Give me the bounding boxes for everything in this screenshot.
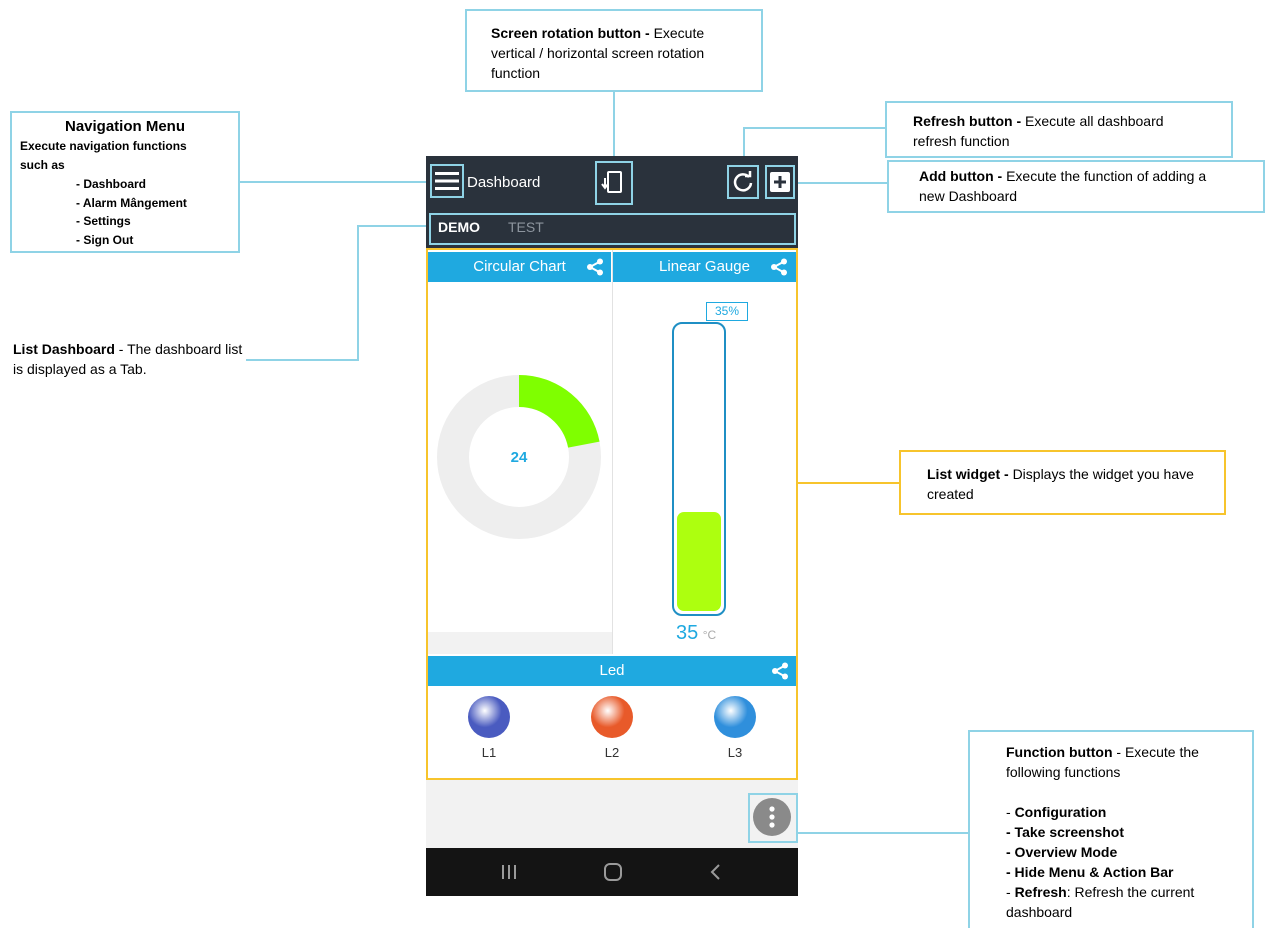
back-icon[interactable] bbox=[706, 862, 726, 882]
led-l1 bbox=[468, 696, 510, 738]
navigation-connector bbox=[240, 181, 432, 183]
gauge-tube bbox=[672, 322, 726, 616]
add-connector bbox=[793, 182, 887, 184]
gauge-reading: 35 °C bbox=[676, 622, 756, 645]
navigation-callout-title: Navigation Menu bbox=[64, 118, 185, 135]
screen-rotation-icon bbox=[601, 171, 622, 193]
gauge-value: 35 bbox=[676, 622, 699, 644]
dashboard-tab-bar: DEMO TEST bbox=[426, 210, 798, 248]
donut-value-arc bbox=[518, 375, 600, 449]
refresh-button[interactable] bbox=[727, 165, 759, 199]
function-connector-h bbox=[797, 832, 968, 834]
add-icon bbox=[770, 172, 790, 192]
function-callout-bold: Function button bbox=[1006, 744, 1113, 760]
hamburger-icon bbox=[435, 172, 459, 190]
navigation-callout-item: - Alarm Mângement bbox=[76, 195, 187, 210]
list-dashboard-connector-h2 bbox=[357, 225, 431, 227]
home-icon[interactable] bbox=[602, 861, 624, 883]
dashboard-tab-list bbox=[429, 213, 796, 245]
gauge-unit: °C bbox=[702, 628, 717, 642]
gauge-fill bbox=[677, 512, 721, 611]
led-header: Led bbox=[428, 656, 796, 686]
add-callout: Add button - Execute the function of add… bbox=[887, 160, 1265, 213]
function-item-label: Refresh bbox=[1014, 884, 1067, 900]
system-nav-bar bbox=[426, 848, 798, 896]
function-callout: Function button - Execute the following … bbox=[968, 730, 1254, 928]
refresh-icon bbox=[733, 171, 753, 192]
navigation-callout-item: - Sign Out bbox=[76, 232, 134, 247]
led-label: L3 bbox=[727, 745, 743, 760]
list-widget-callout-bold: List widget - bbox=[927, 466, 1013, 482]
led-l2 bbox=[591, 696, 633, 738]
function-item-label: Configuration bbox=[1014, 804, 1107, 820]
circular-chart-header: Circular Chart bbox=[428, 252, 611, 282]
tab-test[interactable]: TEST bbox=[508, 219, 544, 235]
navigation-callout-item: - Settings bbox=[76, 214, 131, 228]
rotation-connector bbox=[613, 92, 615, 164]
more-vertical-icon bbox=[769, 806, 775, 828]
list-dashboard-callout: List Dashboard - The dashboard list is d… bbox=[13, 339, 243, 379]
navigation-menu-callout: Navigation Menu Execute navigation funct… bbox=[10, 111, 240, 253]
phone-screen: Dashboard DEMO TEST Circular Chart 24 Li… bbox=[426, 156, 798, 896]
led-label: L1 bbox=[481, 745, 497, 760]
gauge-percent-label: 35% bbox=[706, 302, 748, 321]
navigation-callout-item: - Dashboard bbox=[76, 177, 147, 191]
list-dashboard-connector-h1 bbox=[246, 359, 359, 361]
share-icon[interactable] bbox=[586, 258, 604, 276]
rotation-button[interactable] bbox=[595, 161, 633, 205]
linear-gauge-title: Linear Gauge bbox=[659, 258, 750, 275]
refresh-connector-h bbox=[743, 127, 885, 129]
refresh-callout: Refresh button - Execute all dashboard r… bbox=[885, 101, 1233, 158]
list-dashboard-callout-bold: List Dashboard bbox=[13, 341, 115, 357]
circular-chart: 24 bbox=[437, 375, 601, 539]
share-icon[interactable] bbox=[770, 258, 788, 276]
recents-icon[interactable] bbox=[499, 862, 519, 882]
led-l3 bbox=[714, 696, 756, 738]
rotation-callout: Screen rotation button - Execute vertica… bbox=[465, 9, 763, 92]
refresh-callout-bold: Refresh button - bbox=[913, 113, 1025, 129]
circular-chart-footer bbox=[428, 632, 612, 654]
add-callout-bold: Add button - bbox=[919, 168, 1007, 184]
add-dashboard-button[interactable] bbox=[765, 165, 795, 199]
function-item-prefix: - bbox=[1006, 804, 1015, 820]
menu-button[interactable] bbox=[430, 164, 464, 198]
linear-gauge-header: Linear Gauge bbox=[613, 252, 796, 282]
navigation-callout-lead: Execute navigation functions such as bbox=[20, 139, 187, 172]
app-bar: Dashboard bbox=[426, 156, 798, 210]
function-button[interactable] bbox=[753, 798, 791, 836]
led-title: Led bbox=[599, 662, 625, 679]
list-widget-callout: List widget - Displays the widget you ha… bbox=[899, 450, 1226, 515]
widget-divider bbox=[612, 250, 613, 654]
list-widget-connector bbox=[797, 482, 899, 484]
list-dashboard-connector-v bbox=[357, 225, 359, 361]
rotation-callout-bold: Screen rotation button - bbox=[491, 25, 654, 41]
function-item-prefix: - bbox=[1006, 884, 1015, 900]
share-icon[interactable] bbox=[771, 662, 789, 680]
function-item-label: - Take screenshot bbox=[1006, 824, 1125, 840]
function-item-label: - Overview Mode bbox=[1006, 844, 1118, 860]
led-label: L2 bbox=[604, 745, 620, 760]
circular-chart-title: Circular Chart bbox=[473, 258, 566, 275]
function-item-label: - Hide Menu & Action Bar bbox=[1006, 864, 1174, 880]
tab-demo[interactable]: DEMO bbox=[438, 219, 480, 235]
circular-chart-value: 24 bbox=[511, 449, 528, 466]
app-title: Dashboard bbox=[467, 174, 541, 191]
